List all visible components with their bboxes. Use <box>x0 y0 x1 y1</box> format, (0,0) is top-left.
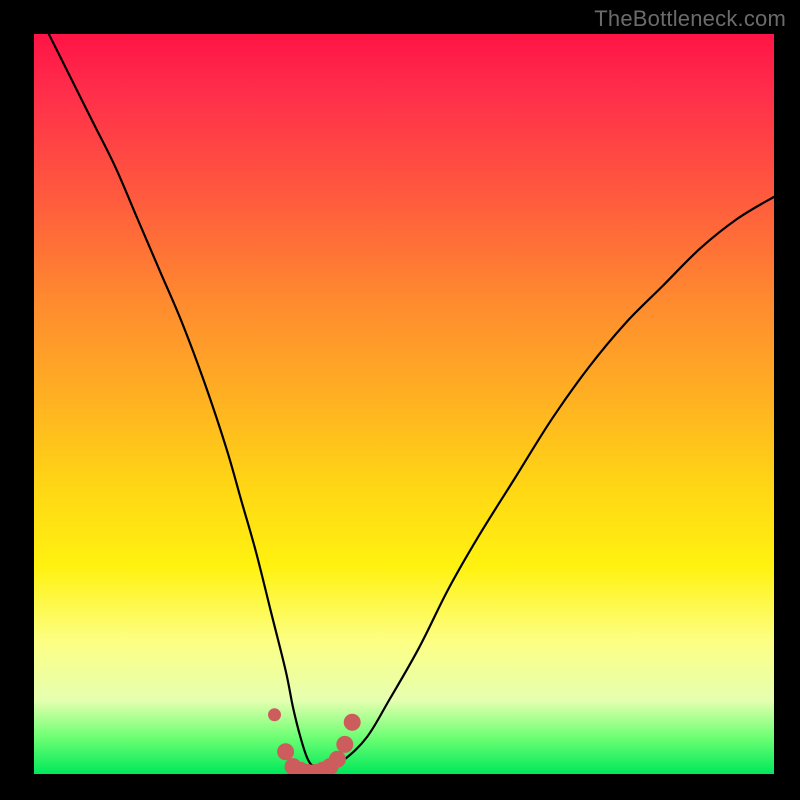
highlight-marker <box>339 738 351 750</box>
highlight-marker <box>271 711 279 719</box>
highlight-marker <box>331 753 343 765</box>
highlight-marker <box>294 764 306 774</box>
highlighted-range-markers <box>271 711 359 774</box>
highlight-marker <box>280 746 292 758</box>
chart-frame: TheBottleneck.com <box>0 0 800 800</box>
chart-svg <box>34 34 774 774</box>
highlight-marker <box>346 716 358 728</box>
highlight-marker <box>317 764 329 774</box>
highlight-marker <box>287 761 299 773</box>
watermark-text: TheBottleneck.com <box>594 6 786 32</box>
chart-plot-area <box>34 34 774 774</box>
highlight-marker <box>302 767 314 774</box>
bottleneck-curve <box>49 34 774 768</box>
highlight-marker <box>309 767 321 774</box>
highlight-marker <box>324 761 336 773</box>
